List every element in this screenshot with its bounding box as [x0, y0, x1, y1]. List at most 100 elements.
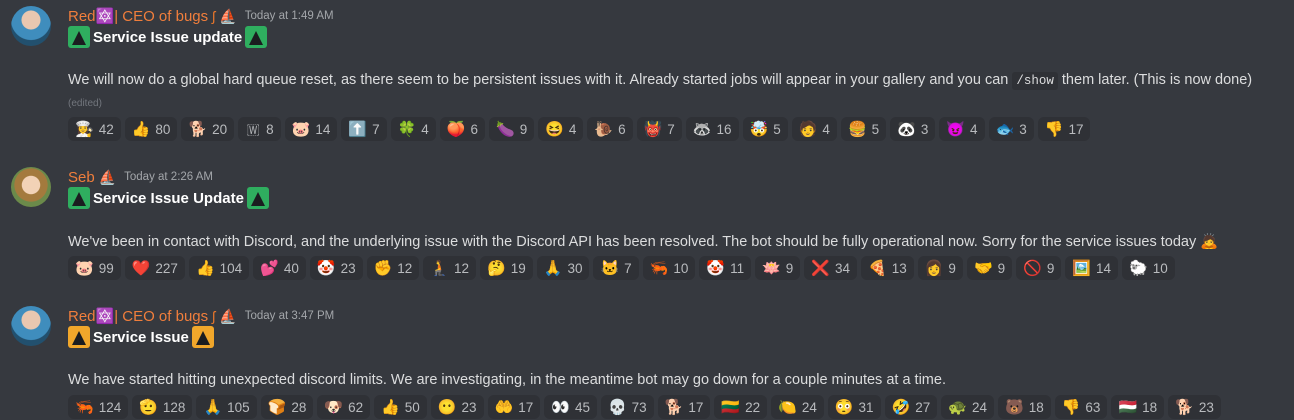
reaction-button[interactable]: 🤡 11: [699, 256, 752, 280]
reaction-button[interactable]: 🐻 18: [998, 395, 1051, 419]
reaction-button[interactable]: 👍 80: [124, 117, 178, 141]
reaction-emoji-icon: 🐟: [995, 120, 1015, 138]
reaction-button[interactable]: 🦝 16: [685, 117, 739, 141]
reaction-button[interactable]: 🙏 30: [536, 256, 590, 280]
reaction-emoji-icon: 🦐: [649, 259, 669, 277]
avatar[interactable]: [11, 167, 51, 207]
reaction-button[interactable]: 🐱 7: [593, 256, 639, 280]
reaction-button[interactable]: 🐕 17: [657, 395, 711, 419]
reaction-emoji-icon: 😆: [545, 120, 564, 138]
reaction-button[interactable]: 🐼 3: [890, 117, 936, 141]
reaction-emoji-icon: 👎: [1061, 398, 1081, 416]
reaction-button[interactable]: ⬆️ 7: [341, 117, 387, 141]
reaction-button[interactable]: 🍋 24: [771, 395, 824, 419]
reaction-button[interactable]: 🖼️ 14: [1065, 256, 1119, 280]
reaction-button[interactable]: 🍑 6: [439, 117, 485, 141]
reaction-button[interactable]: 🍞 28: [260, 395, 314, 419]
ship-badge-icon: [68, 26, 90, 48]
reaction-button[interactable]: 🍀 4: [390, 117, 436, 141]
reaction-button[interactable]: 😳 31: [827, 395, 881, 419]
reaction-button[interactable]: 🚫 9: [1016, 256, 1062, 280]
reaction-count: 4: [421, 121, 429, 137]
reaction-button[interactable]: 🐟 3: [988, 117, 1034, 141]
reaction-button[interactable]: 🐕 20: [181, 117, 235, 141]
reaction-count: 17: [688, 399, 704, 415]
reaction-count: 7: [624, 260, 632, 276]
reaction-button[interactable]: 👎 17: [1037, 117, 1091, 141]
reaction-emoji-icon: 💕: [260, 259, 279, 277]
reaction-button[interactable]: 🧑 4: [791, 117, 837, 141]
avatar[interactable]: [11, 306, 51, 346]
reaction-button[interactable]: 🐷 99: [68, 256, 121, 280]
reaction-button[interactable]: 🐷 14: [284, 117, 338, 141]
reaction-button[interactable]: 👍 50: [374, 395, 427, 419]
reaction-button[interactable]: 🐑 10: [1122, 256, 1175, 280]
reaction-button[interactable]: 😶 23: [430, 395, 484, 419]
author-name[interactable]: Red🔯| CEO of bugs: [68, 7, 208, 25]
reaction-button[interactable]: 😆 4: [538, 117, 584, 141]
reaction-button[interactable]: 🐢 24: [941, 395, 994, 419]
reaction-emoji-icon: 🤯: [749, 120, 769, 138]
reaction-button[interactable]: 🫡 128: [132, 395, 193, 419]
reaction-button[interactable]: 🇭🇺 18: [1111, 395, 1165, 419]
reaction-button[interactable]: 🧎 12: [423, 256, 477, 280]
reaction-button[interactable]: 🍕 13: [861, 256, 914, 280]
reaction-count: 17: [518, 399, 534, 415]
reaction-count: 6: [470, 121, 478, 137]
reaction-button[interactable]: 💀 73: [600, 395, 654, 419]
reaction-button[interactable]: ❤️ 227: [124, 256, 185, 280]
reaction-button[interactable]: 🤔 19: [480, 256, 533, 280]
reaction-emoji-icon: 🙏: [543, 259, 563, 277]
message-header: Red🔯| CEO of bugs ʃ ⛵ Today at 3:47 PM: [68, 306, 334, 326]
timestamp: Today at 1:49 AM: [244, 10, 334, 22]
reaction-button[interactable]: 🤲 17: [487, 395, 541, 419]
reaction-count: 22: [745, 399, 761, 415]
reaction-button[interactable]: 🐶 62: [317, 395, 371, 419]
reaction-button[interactable]: ❌ 34: [804, 256, 858, 280]
reaction-button[interactable]: 🇱🇹 22: [714, 395, 768, 419]
reaction-count: 4: [822, 121, 830, 137]
author-name[interactable]: Red🔯| CEO of bugs: [68, 307, 208, 325]
reaction-button[interactable]: 🤯 5: [742, 117, 788, 141]
reaction-button[interactable]: 🐕 23: [1168, 395, 1221, 419]
reactions-bar: 🦐 124 🫡 128 🙏 105 🍞 28 🐶 62 👍 50 😶 23 🤲 17 👀 45 💀 73 🐕 17 🇱🇹 22…: [68, 395, 1221, 419]
timestamp: Today at 2:26 AM: [124, 171, 214, 183]
reaction-emoji-icon: 🍑: [446, 120, 466, 138]
ship-badge-icon: [191, 326, 214, 348]
reaction-button[interactable]: 🦐 10: [642, 256, 696, 280]
reaction-count: 99: [98, 260, 114, 276]
reaction-button[interactable]: 🙏 105: [196, 395, 257, 419]
reaction-emoji-icon: 🐻: [1005, 398, 1024, 416]
reaction-emoji-icon: 🐷: [75, 259, 94, 277]
reaction-button[interactable]: 🤣 27: [884, 395, 938, 419]
reaction-button[interactable]: 🍔 5: [840, 117, 887, 141]
reaction-count: 124: [98, 399, 122, 415]
reaction-button[interactable]: 👩‍🍳 42: [68, 117, 121, 141]
reaction-button[interactable]: 🍆 9: [489, 117, 535, 141]
author-name[interactable]: Seb: [68, 169, 95, 186]
reaction-button[interactable]: 👍 104: [188, 256, 250, 280]
reaction-emoji-icon: 🐼: [897, 120, 916, 138]
reaction-button[interactable]: 💕 40: [253, 256, 306, 280]
reaction-button[interactable]: 🤝 9: [966, 256, 1013, 280]
reaction-button[interactable]: 👀 45: [544, 395, 597, 419]
reaction-emoji-icon: 👩: [924, 259, 944, 277]
reaction-button[interactable]: 🤡 23: [309, 256, 363, 280]
reactions-bar: 🐷 99 ❤️ 227 👍 104 💕 40 🤡 23 ✊ 12 🧎 12 🤔 19 🙏 30 🐱 7 🦐 10 🤡 11 🪷 9…: [68, 256, 1175, 280]
reaction-count: 62: [348, 399, 364, 415]
reaction-button[interactable]: 👩 9: [917, 256, 963, 280]
reaction-button[interactable]: 🇼 8: [238, 117, 281, 141]
reaction-button[interactable]: ✊ 12: [366, 256, 420, 280]
reaction-emoji-icon: 💀: [607, 398, 627, 416]
avatar[interactable]: [11, 6, 51, 46]
reaction-button[interactable]: 🐌 6: [587, 117, 633, 141]
reaction-count: 7: [372, 121, 380, 137]
reaction-count: 73: [631, 399, 647, 415]
reaction-count: 9: [519, 121, 528, 137]
timestamp: Today at 3:47 PM: [244, 310, 335, 322]
reaction-button[interactable]: 🪷 9: [755, 256, 801, 280]
reaction-button[interactable]: 👎 63: [1054, 395, 1108, 419]
reaction-button[interactable]: 😈 4: [939, 117, 985, 141]
reaction-button[interactable]: 🦐 124: [68, 395, 129, 419]
reaction-button[interactable]: 👹 7: [636, 117, 682, 141]
